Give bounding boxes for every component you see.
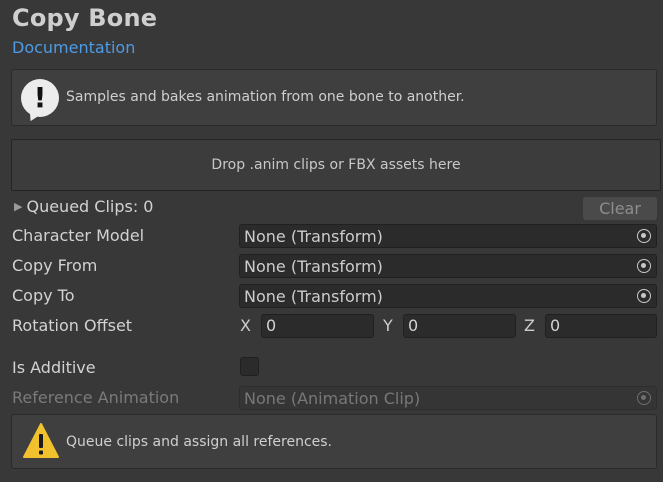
- is-additive-checkbox[interactable]: [240, 357, 259, 376]
- rotation-y-label: Y: [383, 316, 393, 335]
- foldout-arrow-icon: ▶: [14, 200, 23, 213]
- queued-clips-foldout[interactable]: ▶ Queued Clips: 0: [14, 197, 153, 216]
- warning-icon: [23, 423, 59, 458]
- copy-to-value: None (Transform): [244, 287, 383, 306]
- inspector-title: Copy Bone: [12, 4, 158, 32]
- object-picker-icon: [637, 391, 651, 405]
- reference-animation-value: None (Animation Clip): [244, 389, 421, 408]
- warning-helpbox: Queue clips and assign all references.: [11, 414, 657, 469]
- copy-from-label: Copy From: [12, 256, 98, 275]
- copy-from-value: None (Transform): [244, 257, 383, 276]
- character-model-label: Character Model: [12, 226, 145, 245]
- rotation-x-field[interactable]: 0: [261, 314, 374, 338]
- object-picker-icon[interactable]: [637, 289, 651, 303]
- object-picker-icon[interactable]: [637, 259, 651, 273]
- drop-zone-text: Drop .anim clips or FBX assets here: [211, 157, 461, 173]
- documentation-link[interactable]: Documentation: [12, 38, 135, 57]
- info-text: Samples and bakes animation from one bon…: [66, 89, 465, 105]
- rotation-offset-label: Rotation Offset: [12, 316, 133, 335]
- reference-animation-field: None (Animation Clip): [239, 386, 657, 410]
- clear-button[interactable]: Clear: [583, 197, 657, 220]
- rotation-x-label: X: [240, 316, 251, 335]
- copy-to-field[interactable]: None (Transform): [239, 284, 657, 308]
- rotation-y-field[interactable]: 0: [403, 314, 516, 338]
- queued-clips-label: Queued Clips: 0: [26, 197, 154, 216]
- character-model-value: None (Transform): [244, 227, 383, 246]
- rotation-z-label: Z: [524, 316, 535, 335]
- info-helpbox: ! Samples and bakes animation from one b…: [11, 69, 657, 126]
- copy-from-field[interactable]: None (Transform): [239, 254, 657, 278]
- info-speech-bubble-icon: !: [21, 79, 59, 117]
- is-additive-label: Is Additive: [12, 358, 96, 377]
- drop-zone[interactable]: Drop .anim clips or FBX assets here: [11, 139, 661, 191]
- reference-animation-label: Reference Animation: [12, 388, 180, 407]
- rotation-z-field[interactable]: 0: [545, 314, 657, 338]
- character-model-field[interactable]: None (Transform): [239, 224, 657, 248]
- object-picker-icon[interactable]: [637, 229, 651, 243]
- warning-text: Queue clips and assign all references.: [66, 434, 333, 450]
- copy-to-label: Copy To: [12, 286, 75, 305]
